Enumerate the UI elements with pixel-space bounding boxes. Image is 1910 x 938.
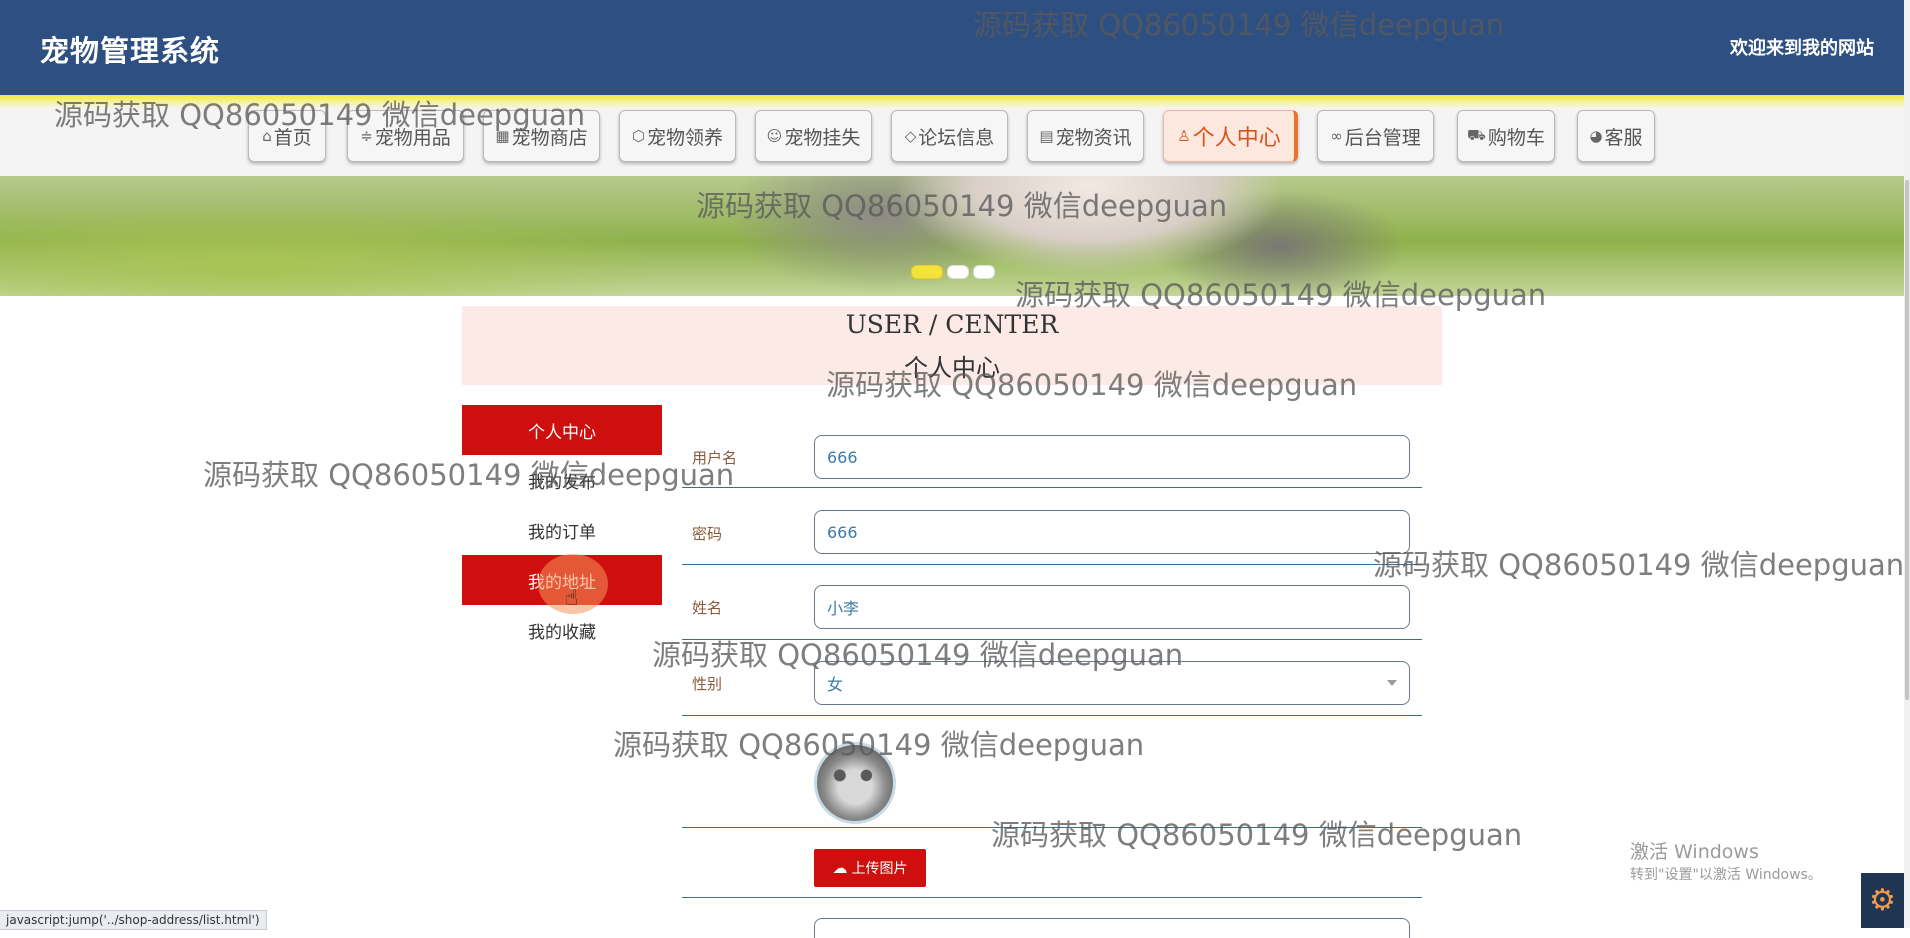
windows-activation-title: 激活 Windows <box>1630 841 1759 863</box>
nav-item-pet-lost[interactable]: ☺ 宠物挂失 <box>755 110 872 162</box>
nav-item-support[interactable]: ◕ 客服 <box>1577 110 1655 162</box>
link-icon: ∞ <box>1330 127 1343 145</box>
document-icon: ▤ <box>1039 127 1054 145</box>
nav-item-cart[interactable]: ⛟ 购物车 <box>1457 110 1555 162</box>
cloud-upload-icon: ☁ <box>832 860 848 877</box>
nav-item-pet-news[interactable]: ▤ 宠物资讯 <box>1027 110 1144 162</box>
nav-item-label: 个人中心 <box>1192 126 1281 151</box>
nav-item-label: 宠物挂失 <box>784 126 861 149</box>
nav-item-label: 客服 <box>1604 126 1643 149</box>
carousel-dot[interactable] <box>947 265 969 279</box>
app-title[interactable]: 宠物管理系统 <box>40 28 220 70</box>
page-title-en: USER / CENTER <box>845 310 1059 339</box>
next-form-field[interactable] <box>814 918 1410 938</box>
row-divider <box>682 715 1422 716</box>
nav-item-pet-supplies[interactable]: ≑ 宠物用品 <box>347 110 464 162</box>
nav-item-forum[interactable]: ◇ 论坛信息 <box>891 110 1008 162</box>
side-menu-my-orders[interactable]: 我的订单 <box>462 505 662 555</box>
nav-item-label: 后台管理 <box>1344 126 1421 149</box>
hand-cursor-icon: ☝ <box>565 586 579 611</box>
username-label: 用户名 <box>692 449 738 467</box>
upload-button-label: 上传图片 <box>851 860 908 876</box>
nav-item-label: 购物车 <box>1487 126 1545 149</box>
nav-item-label: 论坛信息 <box>918 126 995 149</box>
browser-status-bar: javascript:jump('../shop-address/list.ht… <box>0 910 267 930</box>
nav-item-label: 宠物商店 <box>511 126 588 149</box>
gender-select-value: 女 <box>827 675 844 694</box>
row-divider <box>682 827 1422 828</box>
user-icon: ♙ <box>1177 127 1191 145</box>
cart-icon: ⛟ <box>1467 126 1486 144</box>
nav-item-label: 宠物领养 <box>647 126 724 149</box>
pet-face-icon: ☺ <box>766 127 783 145</box>
header-accent-stripe <box>0 95 1904 109</box>
windows-activation-hint: 转到"设置"以激活 Windows。 <box>1630 867 1822 883</box>
carousel-dot-active[interactable] <box>911 265 943 279</box>
home-icon: ⌂ <box>262 127 272 145</box>
gear-icon[interactable]: ⚙ <box>1861 873 1904 928</box>
box-icon: ⬡ <box>631 127 646 145</box>
gender-select[interactable]: 女 <box>814 661 1410 705</box>
watermark: 源码获取 QQ86050149 微信deepguan <box>991 818 1523 852</box>
side-menu-my-posts[interactable]: 我的发布 <box>462 455 662 505</box>
nav-item-home[interactable]: ⌂ 首页 <box>248 110 326 162</box>
nav-item-admin[interactable]: ∞ 后台管理 <box>1317 110 1434 162</box>
row-divider <box>682 487 1422 488</box>
chevron-down-icon <box>1387 680 1397 686</box>
nav-item-pet-adoption[interactable]: ⬡ 宠物领养 <box>619 110 736 162</box>
avatar <box>814 742 896 824</box>
row-divider <box>682 564 1422 565</box>
page-title-cn: 个人中心 <box>904 354 1000 382</box>
password-field[interactable]: 666 <box>814 510 1410 554</box>
tag-icon: ◇ <box>904 127 917 145</box>
nav-item-label: 宠物资讯 <box>1055 126 1132 149</box>
chat-icon: ◕ <box>1589 127 1603 145</box>
row-divider <box>682 897 1422 898</box>
nav-item-pet-store[interactable]: ▦ 宠物商店 <box>483 110 600 162</box>
username-field[interactable]: 666 <box>814 435 1410 479</box>
upload-image-button[interactable]: ☁ 上传图片 <box>814 849 926 887</box>
row-divider <box>682 639 1422 640</box>
nav-item-label: 首页 <box>273 126 312 149</box>
password-label: 密码 <box>692 525 723 543</box>
name-label: 姓名 <box>692 599 723 617</box>
top-header <box>0 0 1904 95</box>
watermark: 源码获取 QQ86050149 微信deepguan <box>1373 548 1905 582</box>
gender-label: 性别 <box>692 675 723 693</box>
sliders-icon: ≑ <box>360 127 373 145</box>
store-icon: ▦ <box>495 127 510 145</box>
scrollbar-thumb[interactable] <box>1905 180 1909 700</box>
side-menu-user-center[interactable]: 个人中心 <box>462 405 662 455</box>
name-field[interactable]: 小李 <box>814 585 1410 629</box>
welcome-text: 欢迎来到我的网站 <box>1730 38 1874 59</box>
nav-item-user-center[interactable]: ♙ 个人中心 <box>1163 110 1298 162</box>
nav-item-label: 宠物用品 <box>374 126 451 149</box>
carousel-dot[interactable] <box>973 265 995 279</box>
